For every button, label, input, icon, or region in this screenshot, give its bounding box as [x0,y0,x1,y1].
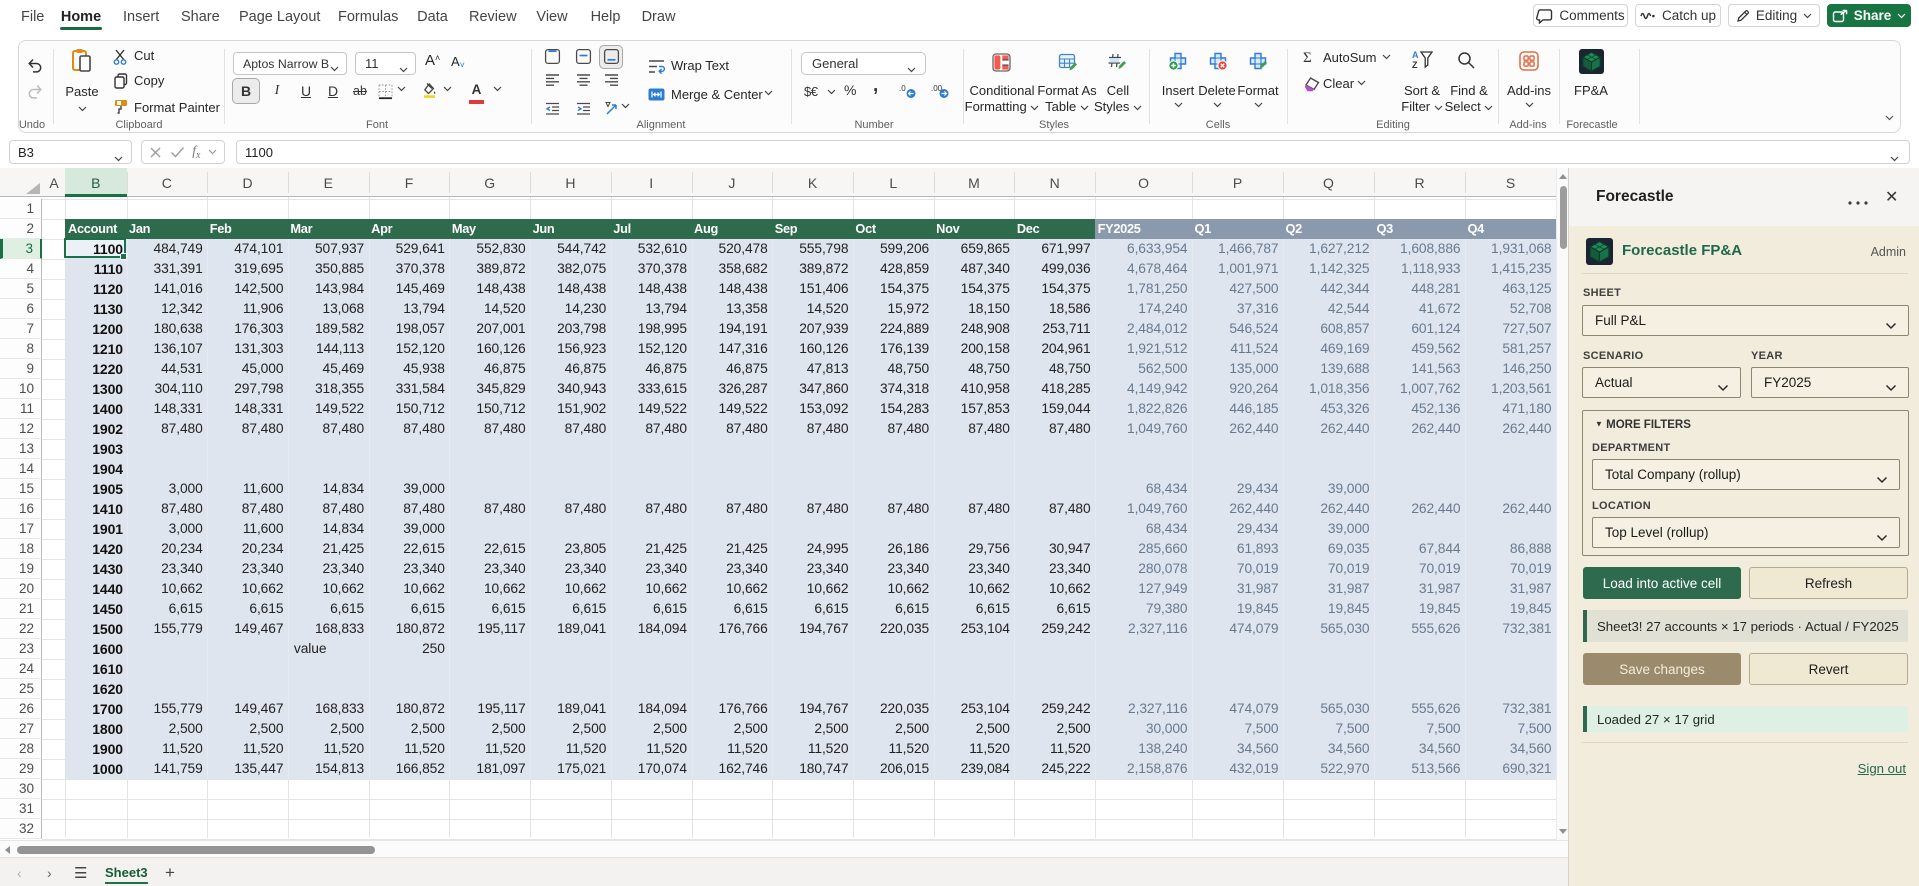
svg-text:A: A [1412,50,1419,60]
svg-text:.0: .0 [899,84,906,93]
svg-text:Z: Z [1412,60,1418,70]
svg-text:,: , [873,79,878,96]
